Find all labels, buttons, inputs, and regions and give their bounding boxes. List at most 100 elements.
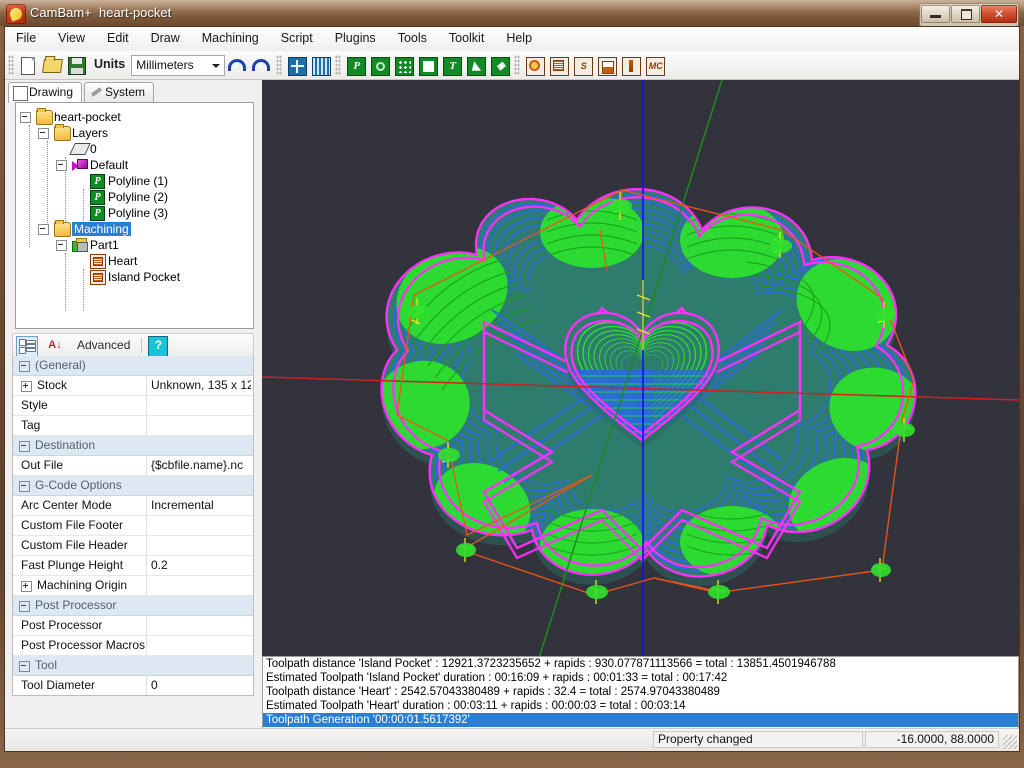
default-layer-icon [72,159,86,171]
client-area: File View Edit Draw Machining Script Plu… [4,26,1020,752]
collapse-icon[interactable] [19,661,30,672]
undo-icon[interactable] [226,54,248,76]
log-line[interactable]: Toolpath distance 'Heart' : 2542.5704338… [263,685,1018,699]
drill-op-icon[interactable] [595,54,617,76]
property-row-stock[interactable]: Stock Unknown, 135 x 125 x 0 [13,376,253,396]
vcarve-op-icon[interactable] [619,54,641,76]
folder-icon [36,110,53,125]
menu-bar: File View Edit Draw Machining Script Plu… [5,27,1019,52]
tab-system[interactable]: System [84,82,154,102]
property-category[interactable]: (General) [13,356,253,376]
menu-machining[interactable]: Machining [191,27,270,49]
toolbar-grip-4[interactable] [514,55,520,75]
engrave-op-icon[interactable]: S [571,54,593,76]
open-file-icon[interactable] [41,54,63,76]
property-row-post-processor[interactable]: Post Processor [13,616,253,636]
categorized-view-icon[interactable] [16,336,38,357]
property-row-arc-center-mode[interactable]: Arc Center Mode Incremental [13,496,253,516]
grid-icon[interactable] [309,54,331,76]
status-coordinates: -16.0000, 88.0000 [865,731,999,748]
collapse-icon[interactable] [19,441,30,452]
log-line[interactable]: Estimated Toolpath 'Heart' duration : 00… [263,699,1018,713]
window-controls: ✕ [919,3,1019,26]
surface-icon[interactable]: ◣ [464,54,486,76]
drawing-tree[interactable]: heart-pocket Layers 0 Default [15,102,254,329]
property-row-tag[interactable]: Tag [13,416,253,436]
toolbar-grip-3[interactable] [335,55,341,75]
window-title: CamBam+ heart-pocket [30,5,171,20]
menu-tools[interactable]: Tools [387,27,438,49]
expand-icon[interactable] [21,581,32,592]
new-file-icon[interactable] [17,54,39,76]
log-line-selected[interactable]: Toolpath Generation '00:00:01.5617392' [263,713,1018,727]
toolpath-render [262,80,1019,656]
property-category[interactable]: G-Code Options [13,476,253,496]
advanced-button[interactable]: Advanced [72,336,135,355]
points-icon[interactable] [392,54,414,76]
maximize-button[interactable] [951,5,980,23]
menu-script[interactable]: Script [270,27,324,49]
folder-icon [54,126,71,141]
save-file-icon[interactable] [65,54,87,76]
property-row-custom-file-footer[interactable]: Custom File Footer [13,516,253,536]
expander-icon[interactable] [38,224,49,235]
menu-help[interactable]: Help [495,27,543,49]
units-dropdown[interactable]: Millimeters [131,55,225,76]
3d-viewport[interactable] [262,80,1019,656]
expander-icon[interactable] [56,160,67,171]
expander-icon[interactable] [20,112,31,123]
menu-view[interactable]: View [47,27,96,49]
circle-icon[interactable] [368,54,390,76]
polyline-icon: P [90,206,105,221]
collapse-icon[interactable] [19,601,30,612]
toolbar-grip[interactable] [8,55,14,75]
alphabetical-sort-icon[interactable]: A↓ [44,336,66,355]
resize-grip-icon[interactable] [1003,735,1017,749]
text-icon[interactable]: T [440,54,462,76]
log-line[interactable]: Toolpath distance 'Island Pocket' : 1292… [263,657,1018,671]
log-line[interactable]: Estimated Toolpath 'Island Pocket' durat… [263,671,1018,685]
property-category[interactable]: Post Processor [13,596,253,616]
help-icon[interactable]: ? [148,336,168,357]
property-grid[interactable]: (General) Stock Unknown, 135 x 125 x 0 S… [12,356,254,696]
solid-icon[interactable]: ◈ [488,54,510,76]
expander-icon[interactable] [38,128,49,139]
expand-icon[interactable] [21,381,32,392]
redo-icon[interactable] [250,54,272,76]
expander-icon[interactable] [56,240,67,251]
units-value: Millimeters [136,58,193,72]
property-category[interactable]: Tool [13,656,253,676]
polyline-icon[interactable]: P [344,54,366,76]
minimize-button[interactable] [921,5,950,23]
snap-icon[interactable] [285,54,307,76]
property-row-fast-plunge-height[interactable]: Fast Plunge Height 0.2 [13,556,253,576]
menu-toolkit[interactable]: Toolkit [438,27,495,49]
rectangle-icon[interactable] [416,54,438,76]
application-window: CamBam+ heart-pocket ✕ File View Edit Dr… [0,0,1024,768]
polyline-icon: P [90,174,105,189]
property-row-machining-origin[interactable]: Machining Origin [13,576,253,596]
profile-op-icon[interactable] [523,54,545,76]
property-row-style[interactable]: Style [13,396,253,416]
property-category[interactable]: Destination [13,436,253,456]
collapse-icon[interactable] [19,361,30,372]
property-row-post-processor-macros[interactable]: Post Processor Macros [13,636,253,656]
menu-plugins[interactable]: Plugins [324,27,387,49]
menu-draw[interactable]: Draw [140,27,191,49]
menu-edit[interactable]: Edit [96,27,140,49]
pocket-op-icon[interactable] [547,54,569,76]
cambam-icon [6,4,26,24]
close-button[interactable]: ✕ [981,5,1017,23]
status-left [7,731,651,748]
property-row-out-file[interactable]: Out File {$cbfile.name}.nc [13,456,253,476]
toolbar-grip-2[interactable] [276,55,282,75]
collapse-icon[interactable] [19,481,30,492]
wrench-icon [89,86,102,99]
mc-op-icon[interactable]: MC [643,54,665,76]
tab-drawing[interactable]: Drawing [8,82,82,103]
status-message: Property changed [653,731,863,748]
property-row-tool-diameter[interactable]: Tool Diameter 0 [13,676,253,696]
menu-file[interactable]: File [5,27,47,49]
log-panel[interactable]: Toolpath distance 'Island Pocket' : 1292… [262,656,1019,729]
property-row-custom-file-header[interactable]: Custom File Header [13,536,253,556]
